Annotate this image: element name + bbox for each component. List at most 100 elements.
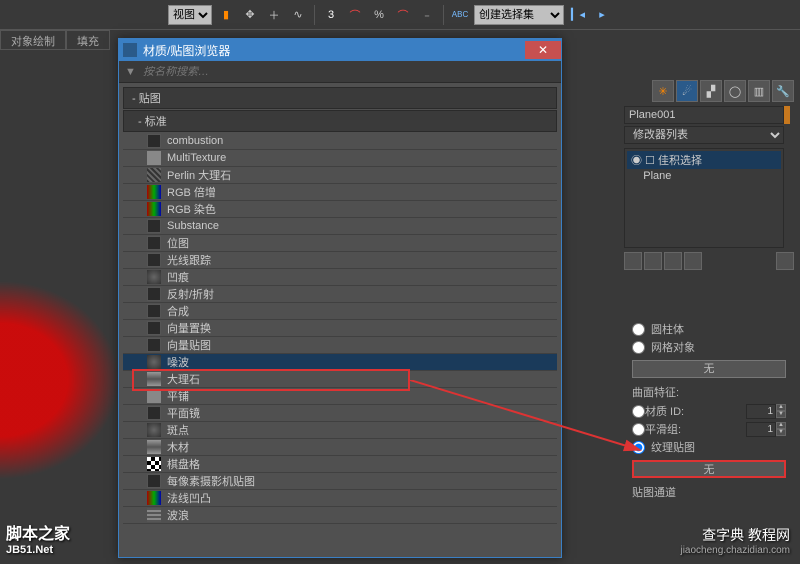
modifier-list[interactable]: 修改器列表 (624, 126, 784, 144)
map-item[interactable]: MultiTexture (123, 150, 557, 167)
map-item[interactable]: 合成 (123, 303, 557, 320)
map-item[interactable]: combustion (123, 133, 557, 150)
map-icon (147, 474, 161, 488)
utilities-tab-icon[interactable]: 🔧 (772, 80, 794, 102)
material-map-browser: 材质/贴图浏览器 ✕ ▼ - 贴图 - 标准 combustion MultiT… (118, 38, 562, 558)
map-icon (147, 304, 161, 318)
radio-mat-id[interactable] (632, 405, 645, 418)
abc-icon[interactable]: ABC (450, 5, 470, 25)
prev-icon[interactable]: ▎◂ (568, 5, 588, 25)
dialog-title: 材质/贴图浏览器 (143, 42, 525, 59)
map-item[interactable]: 平铺 (123, 388, 557, 405)
radio-cylinder[interactable]: 圆柱体 (624, 320, 794, 338)
bookmark-icon[interactable]: ▮ (216, 5, 236, 25)
map-icon (147, 236, 161, 250)
viewport-select[interactable]: 视图 (168, 5, 212, 25)
object-color-swatch[interactable] (784, 106, 790, 124)
plus-icon[interactable]: ＋ (264, 5, 284, 25)
smooth-label: 平滑组: (645, 421, 746, 437)
move-icon[interactable]: ✥ (240, 5, 260, 25)
map-item[interactable]: RGB 倍增 (123, 184, 557, 201)
map-item[interactable]: Perlin 大理石 (123, 167, 557, 184)
spinner-down-icon[interactable]: ▼ (776, 411, 786, 418)
object-name-field[interactable] (624, 106, 784, 124)
map-item[interactable]: 反射/折射 (123, 286, 557, 303)
close-button[interactable]: ✕ (525, 41, 561, 59)
map-item[interactable]: 每像素摄影机贴图 (123, 473, 557, 490)
map-icon (147, 270, 161, 284)
radio-input[interactable] (632, 341, 645, 354)
arc-b-icon[interactable]: ⌒ (393, 5, 413, 25)
map-tree[interactable]: - 贴图 - 标准 combustion MultiTexture Perlin… (119, 83, 561, 557)
map-icon (147, 355, 161, 369)
map-item[interactable]: 向量贴图 (123, 337, 557, 354)
configure-sets-icon[interactable] (776, 252, 794, 270)
selection-set-select[interactable]: 创建选择集 (474, 5, 564, 25)
next-icon[interactable]: ▸ (592, 5, 612, 25)
search-menu-icon[interactable]: ▼ (125, 66, 139, 78)
tree-category-maps[interactable]: - 贴图 (123, 87, 557, 109)
command-panel-tabs: ✳ ☄ ▞ ◯ ▥ 🔧 (624, 80, 794, 102)
stack-item-selected[interactable]: ◉ ☐ 佳积选择 (627, 151, 781, 169)
radio-smooth[interactable] (632, 423, 645, 436)
create-tab-icon[interactable]: ✳ (652, 80, 674, 102)
motion-tab-icon[interactable]: ◯ (724, 80, 746, 102)
mat-id-spinner[interactable] (746, 404, 776, 419)
percent-icon[interactable]: % (369, 5, 389, 25)
radio-mesh[interactable]: 网格对象 (624, 338, 794, 356)
radio-label: 纹理贴图 (651, 439, 695, 455)
hierarchy-tab-icon[interactable]: ▞ (700, 80, 722, 102)
map-icon (147, 457, 161, 471)
texture-map-none-button[interactable]: 无 (632, 460, 786, 478)
radio-input[interactable] (632, 441, 645, 454)
display-tab-icon[interactable]: ▥ (748, 80, 770, 102)
modifier-stack[interactable]: ◉ ☐ 佳积选择 Plane (624, 148, 784, 248)
smooth-spinner[interactable] (746, 422, 776, 437)
spinner-up-icon[interactable]: ▲ (776, 422, 786, 429)
map-item[interactable]: 向量置换 (123, 320, 557, 337)
remove-modifier-icon[interactable] (684, 252, 702, 270)
three-icon[interactable]: 3 (321, 5, 341, 25)
link-icon[interactable]: ∿ (288, 5, 308, 25)
watermark-right: 查字典 教程网jiaocheng.chazidian.com (680, 525, 790, 556)
radio-texmap[interactable]: 纹理贴图 (624, 438, 794, 456)
map-item[interactable]: 光线跟踪 (123, 252, 557, 269)
map-item[interactable]: 大理石 (123, 371, 557, 388)
map-item[interactable]: RGB 染色 (123, 201, 557, 218)
map-item[interactable]: 木材 (123, 439, 557, 456)
make-unique-icon[interactable] (664, 252, 682, 270)
arc-a-icon[interactable]: ⌒ (345, 5, 365, 25)
curve-header: 曲面特征: (624, 382, 794, 402)
sub-icon[interactable]: ₋ (417, 5, 437, 25)
watermark-left: 脚本之家JB51.Net (6, 520, 70, 556)
map-item-noise[interactable]: 噪波 (123, 354, 557, 371)
command-panel: ✳ ☄ ▞ ◯ ▥ 🔧 修改器列表 ◉ ☐ 佳积选择 Plane (624, 80, 794, 270)
modify-tab-icon[interactable]: ☄ (676, 80, 698, 102)
map-icon (147, 168, 161, 182)
pin-stack-icon[interactable] (624, 252, 642, 270)
map-icon (147, 423, 161, 437)
map-item[interactable]: 法线凹凸 (123, 490, 557, 507)
show-end-icon[interactable] (644, 252, 662, 270)
radio-input[interactable] (632, 323, 645, 336)
map-item[interactable]: 平面镜 (123, 405, 557, 422)
search-input[interactable] (143, 66, 555, 78)
map-icon (147, 134, 161, 148)
mat-id-label: 材质 ID: (645, 403, 746, 419)
map-icon (147, 321, 161, 335)
map-item[interactable]: 波浪 (123, 507, 557, 524)
tab-fill[interactable]: 填充 (66, 30, 110, 50)
map-item[interactable]: Substance (123, 218, 557, 235)
spinner-down-icon[interactable]: ▼ (776, 429, 786, 436)
map-item[interactable]: 棋盘格 (123, 456, 557, 473)
map-item[interactable]: 凹痕 (123, 269, 557, 286)
none-button-1[interactable]: 无 (632, 360, 786, 378)
map-item[interactable]: 位图 (123, 235, 557, 252)
spinner-up-icon[interactable]: ▲ (776, 404, 786, 411)
tab-object-paint[interactable]: 对象绘制 (0, 30, 66, 50)
dialog-title-bar: 材质/贴图浏览器 ✕ (119, 39, 561, 61)
stack-item[interactable]: Plane (627, 169, 781, 183)
tree-category-standard[interactable]: - 标准 (123, 110, 557, 132)
parameters-rollout: 圆柱体 网格对象 无 曲面特征: 材质 ID: ▲▼ 平滑组: ▲▼ 纹理贴图 … (624, 320, 794, 502)
map-item[interactable]: 斑点 (123, 422, 557, 439)
